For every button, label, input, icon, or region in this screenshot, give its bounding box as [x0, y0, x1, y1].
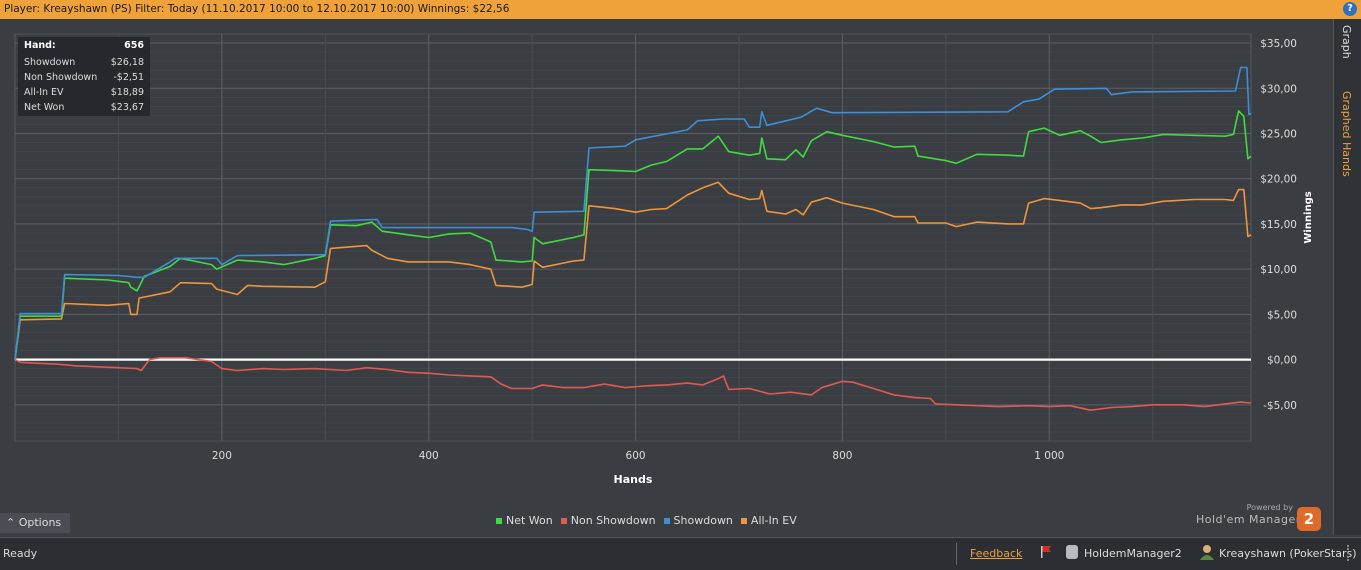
stats-label: Showdown	[24, 57, 76, 68]
player-filter-header: Player: Kreayshawn (PS) Filter: Today (1…	[0, 0, 1361, 19]
status-text: Ready	[3, 547, 38, 560]
side-tabs: Graph Graphed Hands	[1333, 19, 1361, 535]
stats-row-hand: Hand: 656	[18, 37, 150, 55]
flag-icon[interactable]	[1041, 546, 1051, 558]
legend-item-non-showdown[interactable]: Non Showdown	[560, 514, 656, 527]
hm2-logo: 2	[1297, 507, 1321, 531]
stats-label: Net Won	[24, 102, 65, 113]
y-tick-label: -$5,00	[1263, 400, 1297, 412]
stats-hand-label: Hand:	[24, 40, 56, 51]
stats-row-non-showdown: Non Showdown -$2,51	[18, 70, 150, 85]
legend-swatch	[663, 517, 670, 524]
legend-item-showdown[interactable]: Showdown	[663, 514, 733, 527]
help-icon[interactable]: ?	[1343, 2, 1357, 16]
player-label[interactable]: Kreayshawn (PokerStars)	[1219, 547, 1357, 560]
y-tick-label: $25,00	[1260, 128, 1297, 140]
resize-grip-icon[interactable]	[1347, 545, 1361, 561]
y-axis-label: Winnings	[1303, 191, 1314, 243]
stats-box: Hand: 656 Showdown $26,18 Non Showdown -…	[18, 37, 150, 116]
stats-value: $23,67	[110, 102, 144, 113]
y-tick-label: $10,00	[1260, 264, 1297, 276]
x-tick-label: 400	[419, 450, 439, 462]
legend-swatch	[496, 517, 502, 524]
options-label: Options	[18, 516, 62, 529]
x-axis-label: Hands	[614, 473, 653, 486]
legend-label: Non Showdown	[570, 514, 656, 527]
x-tick-label: 200	[212, 450, 232, 462]
chart-legend: Net Won Non Showdown Showdown All-In EV	[496, 514, 797, 527]
brand-label: Hold'em Manager	[1196, 513, 1301, 526]
feedback-link[interactable]: Feedback	[970, 547, 1022, 560]
status-divider	[956, 543, 957, 565]
y-tick-label: $15,00	[1260, 219, 1297, 231]
graph-panel: -$5,00 $0,00 $5,00 $10,00 $15,00 $20,00 $25,00…	[0, 19, 1333, 535]
y-tick-label: $0,00	[1267, 355, 1297, 367]
legend-swatch	[740, 517, 747, 524]
legend-label: Net Won	[506, 514, 553, 527]
stats-row-net-won: Net Won $23,67	[18, 100, 150, 115]
database-icon[interactable]	[1066, 545, 1078, 559]
stats-row-showdown: Showdown $26,18	[18, 55, 150, 70]
plot-area	[14, 33, 1252, 442]
tab-graph[interactable]: Graph	[1340, 25, 1353, 59]
stats-label: All-In EV	[24, 87, 64, 98]
legend-item-all-in-ev[interactable]: All-In EV	[740, 514, 797, 527]
y-tick-label: $30,00	[1260, 83, 1297, 95]
stats-value: $18,89	[110, 87, 144, 98]
options-button[interactable]: ⌃ Options	[0, 513, 70, 533]
stats-label: Non Showdown	[24, 72, 98, 83]
header-title: Player: Kreayshawn (PS) Filter: Today (1…	[4, 3, 510, 15]
legend-swatch	[560, 517, 567, 524]
stats-hand-value: 656	[124, 40, 144, 51]
winnings-chart: -$5,00 $0,00 $5,00 $10,00 $15,00 $20,00 $25,00…	[14, 33, 1314, 486]
stats-value: -$2,51	[113, 72, 144, 83]
chevron-up-icon: ⌃	[6, 516, 16, 529]
stats-value: $26,18	[110, 57, 144, 68]
y-tick-label: $5,00	[1267, 309, 1297, 321]
database-label[interactable]: HoldemManager2	[1084, 547, 1182, 560]
powered-by-label: Powered by	[1246, 503, 1293, 512]
status-bar: Ready Feedback HoldemManager2 Kreayshawn…	[0, 537, 1361, 570]
legend-label: All-In EV	[750, 514, 797, 527]
legend-label: Showdown	[673, 514, 733, 527]
y-tick-label: $20,00	[1260, 174, 1297, 186]
x-tick-label: 600	[626, 450, 646, 462]
tab-graphed-hands[interactable]: Graphed Hands	[1340, 91, 1353, 177]
x-tick-label: 800	[832, 450, 852, 462]
legend-item-net-won[interactable]: Net Won	[496, 514, 553, 527]
x-tick-label: 1 000	[1034, 450, 1064, 462]
user-icon[interactable]	[1200, 544, 1214, 560]
stats-row-all-in-ev: All-In EV $18,89	[18, 85, 150, 100]
y-tick-label: $35,00	[1260, 38, 1297, 50]
